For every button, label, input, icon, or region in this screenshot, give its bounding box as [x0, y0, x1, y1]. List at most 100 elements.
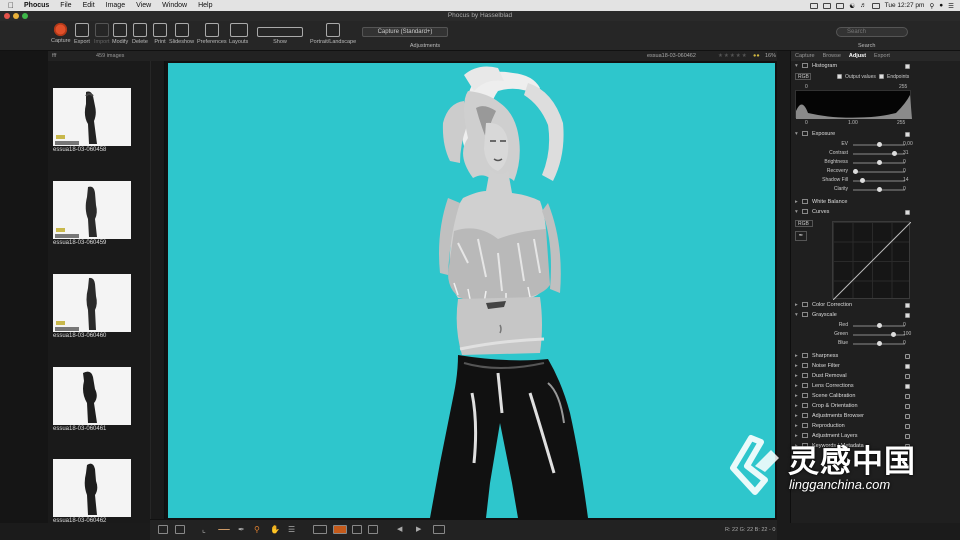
- rating-stars[interactable]: ★★★★★: [718, 51, 748, 61]
- slider-knob[interactable]: [877, 160, 882, 165]
- hand-tool-icon[interactable]: ✋: [270, 525, 280, 534]
- slider-value[interactable]: 31: [903, 150, 909, 156]
- menu-file[interactable]: File: [60, 0, 71, 11]
- thumbnail[interactable]: [53, 88, 131, 146]
- menu-tool-icon[interactable]: ☰: [288, 525, 298, 534]
- user-icon[interactable]: ●: [939, 2, 943, 9]
- slider-track[interactable]: [853, 142, 905, 147]
- section-dust-removal[interactable]: ▸ Dust Removal: [795, 373, 913, 379]
- close-window-icon[interactable]: [4, 13, 10, 19]
- section-scene-calibration[interactable]: ▸ Scene Calibration: [795, 393, 913, 399]
- menu-image[interactable]: Image: [106, 0, 125, 11]
- slider-knob[interactable]: [877, 341, 882, 346]
- menu-help[interactable]: Help: [198, 0, 212, 11]
- tab-capture[interactable]: Capture: [791, 51, 819, 61]
- section-checkbox[interactable]: [905, 424, 910, 429]
- slider-track[interactable]: [853, 332, 905, 337]
- show-button[interactable]: Show: [256, 23, 304, 45]
- status-icon[interactable]: [810, 2, 819, 9]
- slideshow-button[interactable]: Slideshow: [169, 23, 194, 45]
- endpoints-checkbox[interactable]: [879, 74, 884, 79]
- section-checkbox[interactable]: [905, 414, 910, 419]
- section-crop-orientation[interactable]: ▸ Crop & Orientation: [795, 403, 913, 409]
- color-tag[interactable]: ●●: [753, 51, 760, 61]
- thumbnail-selected[interactable]: [53, 459, 131, 517]
- modify-button[interactable]: Modify: [112, 23, 128, 45]
- export-button[interactable]: Export: [74, 23, 90, 45]
- grayscale-header[interactable]: ▾ Grayscale: [795, 312, 913, 318]
- slider-knob[interactable]: [859, 178, 865, 183]
- histogram-checkbox[interactable]: [905, 64, 910, 69]
- thumbnail[interactable]: [53, 274, 131, 332]
- slider-knob[interactable]: [877, 187, 882, 192]
- exposure-checkbox[interactable]: [905, 132, 910, 137]
- levels-low[interactable]: 0: [805, 120, 808, 126]
- slider-value[interactable]: 100: [903, 331, 911, 337]
- slider-track[interactable]: [853, 178, 905, 183]
- compare-view-icon[interactable]: [158, 525, 168, 534]
- slider-track[interactable]: [853, 169, 905, 174]
- apple-menu-icon[interactable]: : [8, 0, 14, 11]
- color-correction-checkbox[interactable]: [905, 303, 910, 308]
- main-photo[interactable]: [168, 63, 775, 518]
- slider-track[interactable]: [853, 323, 905, 328]
- section-checkbox[interactable]: [905, 374, 910, 379]
- grayscale-checkbox[interactable]: [905, 313, 910, 318]
- exposure-header[interactable]: ▾ Exposure: [795, 131, 913, 137]
- next-image-icon[interactable]: ▶: [416, 525, 426, 534]
- preferences-button[interactable]: Preferences: [197, 23, 227, 45]
- focus-mask-icon[interactable]: [368, 525, 378, 534]
- curves-graph[interactable]: [832, 221, 912, 301]
- slider-track[interactable]: [853, 160, 905, 165]
- section-reproduction[interactable]: ▸ Reproduction: [795, 423, 913, 429]
- section-checkbox[interactable]: [905, 364, 910, 369]
- full-screen-icon[interactable]: [433, 525, 445, 534]
- slider-value[interactable]: 0: [903, 159, 906, 165]
- thumbnail[interactable]: [53, 181, 131, 239]
- battery-icon[interactable]: [871, 2, 880, 9]
- loupe-tool-icon[interactable]: ⚲: [254, 525, 264, 534]
- section-adjustments-browser[interactable]: ▸ Adjustments Browser: [795, 413, 913, 419]
- zoom-window-icon[interactable]: [22, 13, 28, 19]
- curves-picker-icon[interactable]: ✒: [795, 231, 807, 241]
- section-checkbox[interactable]: [905, 404, 910, 409]
- portrait-landscape-button[interactable]: Portrait/Landscape: [310, 23, 356, 45]
- slider-value[interactable]: 14: [903, 177, 909, 183]
- thumbnail[interactable]: [53, 367, 131, 425]
- section-checkbox[interactable]: [905, 384, 910, 389]
- section-checkbox[interactable]: [905, 394, 910, 399]
- image-viewer[interactable]: [165, 61, 777, 519]
- output-values-checkbox[interactable]: [837, 74, 842, 79]
- slider-track[interactable]: [853, 341, 905, 346]
- list-icon[interactable]: ☰: [948, 2, 954, 10]
- capture-button[interactable]: Capture: [51, 23, 71, 44]
- slider-knob[interactable]: [892, 151, 898, 156]
- delete-button[interactable]: Delete: [132, 23, 148, 45]
- histogram-graph[interactable]: [795, 90, 912, 119]
- slider-knob[interactable]: [877, 142, 882, 147]
- slider-track[interactable]: [853, 151, 905, 156]
- histogram-channel-select[interactable]: RGB: [795, 73, 811, 80]
- grid-icon[interactable]: [352, 525, 362, 534]
- minimize-window-icon[interactable]: [13, 13, 19, 19]
- curves-checkbox[interactable]: [905, 210, 910, 215]
- section-noise-filter[interactable]: ▸ Noise Filter: [795, 363, 913, 369]
- menu-edit[interactable]: Edit: [83, 0, 95, 11]
- picker-tool-icon[interactable]: ✒: [238, 525, 248, 534]
- section-sharpness[interactable]: ▸ Sharpness: [795, 353, 913, 359]
- slider-value[interactable]: 0: [903, 340, 906, 346]
- tab-browse[interactable]: Browse: [819, 51, 845, 61]
- menu-view[interactable]: View: [136, 0, 151, 11]
- crop-tool-icon[interactable]: ⌞: [202, 525, 212, 534]
- white-balance-header[interactable]: ▸ White Balance: [795, 199, 913, 205]
- slider-track[interactable]: [853, 187, 905, 192]
- curves-channel-select[interactable]: RGB: [795, 220, 813, 227]
- histogram-header[interactable]: ▾ Histogram: [795, 63, 913, 69]
- section-lens-corrections[interactable]: ▸ Lens Corrections: [795, 383, 913, 389]
- menu-window[interactable]: Window: [162, 0, 187, 11]
- wifi-icon[interactable]: ☯: [849, 2, 855, 10]
- section-checkbox[interactable]: [905, 354, 910, 359]
- slider-value[interactable]: 0: [903, 186, 906, 192]
- status-icon[interactable]: [836, 2, 845, 9]
- color-correction-header[interactable]: ▸ Color Correction: [795, 302, 913, 308]
